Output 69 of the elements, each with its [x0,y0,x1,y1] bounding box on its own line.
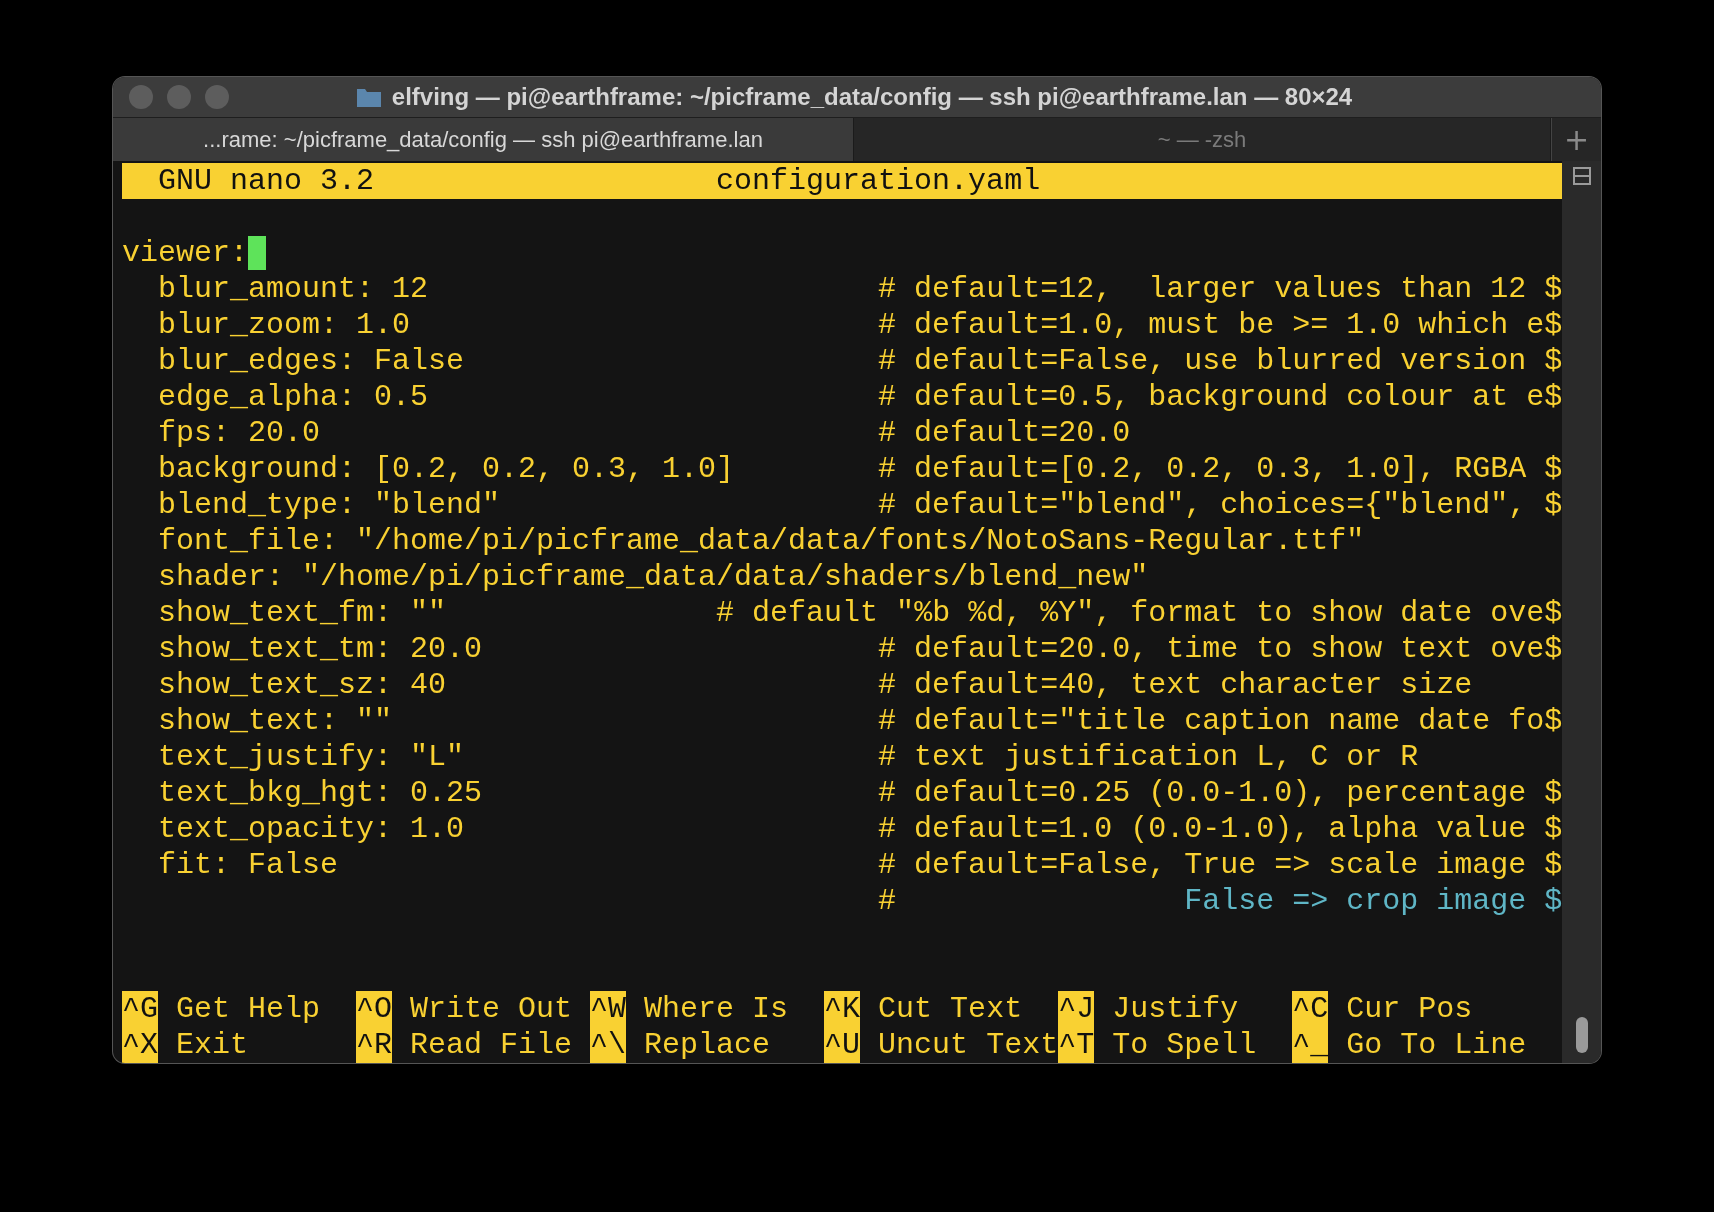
code-line: blend_type: "blend" [157,488,501,522]
shortcut-key: ^R [356,1027,393,1063]
code-line: show_text_sz: 40 [157,668,447,702]
code-line: shader: "/home/pi/picframe_data/data/shaders/blend_new" [157,559,1149,595]
code-line: text_bkg_hgt: 0.25 [157,776,483,810]
code-comment: # [878,884,897,918]
code-line: blur_edges: False [157,344,465,378]
shortcut-label: Read File [410,1027,573,1063]
shortcut-key: ^O [356,991,393,1027]
code-comment: # default=20.0 [878,415,1131,451]
code-comment: # default=1.0, must be >= 1.0 which e$ [878,307,1563,343]
code-line: fps: 20.0 [157,416,321,450]
folder-icon [355,86,382,108]
code-comment: # default="title caption name date fo$ [878,703,1563,739]
close-button[interactable] [129,85,153,109]
code-comment: # default=20.0, time to show text ove$ [878,631,1563,667]
code-comment: # text justification L, C or R [878,739,1419,775]
shortcut-label: To Spell [1112,1027,1257,1063]
code-line: show_text: "" [157,704,393,738]
code-comment: # default=False, use blurred version $ [878,343,1563,379]
code-line: show_text_tm: 20.0 [157,632,483,666]
code-comment: # default=1.0 (0.0-1.0), alpha value $ [878,811,1563,847]
code-comment: # default=False, True => scale image $ [878,847,1563,883]
shortcut-label: Go To Line [1346,1027,1527,1063]
code-comment: # default=[0.2, 0.2, 0.3, 1.0], RGBA $ [878,451,1563,487]
shortcut-label: Justify [1112,991,1239,1027]
zoom-button[interactable] [205,85,229,109]
code-comment: # default=0.25 (0.0-1.0), percentage $ [878,775,1563,811]
shortcut-key: ^U [824,1027,861,1063]
shortcut-key: ^\ [590,1027,627,1063]
code-line: viewer: [122,235,249,271]
code-line: text_justify: "L" [157,740,465,774]
split-pane-icon[interactable] [1572,167,1591,185]
shortcut-label: Cut Text [878,991,1023,1027]
minimize-button[interactable] [167,85,191,109]
code-comment: # default=12, larger values than 12 $ [878,271,1563,307]
scrollbar-thumb[interactable] [1575,1017,1588,1053]
shortcut-label: Get Help [176,991,321,1027]
window-title: elfving — pi@earthframe: ~/picframe_data/config — ssh pi@earthframe.lan — 80×24 [391,83,1353,111]
shortcut-label: Replace [644,1027,771,1063]
code-comment: # default=40, text character size [878,667,1473,703]
shortcut-label: Exit [176,1027,249,1063]
code-comment: False => crop image $ [1184,883,1563,919]
shortcut-key: ^T [1058,1027,1095,1063]
shortcut-label: Where Is [644,991,789,1027]
shortcut-label: Cur Pos [1346,991,1473,1027]
shortcut-label: Uncut Text [878,1027,1059,1063]
shortcut-key: ^K [824,991,861,1027]
shortcut-key: ^W [590,991,627,1027]
shortcut-key: ^C [1292,991,1329,1027]
shortcut-label: Write Out [410,991,573,1027]
code-line: background: [0.2, 0.2, 0.3, 1.0] [157,452,735,486]
shortcut-key: ^J [1058,991,1095,1027]
code-line: fit: False [157,848,339,882]
code-line: blur_amount: 12 [157,272,429,306]
code-line: show_text_fm: "" [157,596,447,630]
code-comment: # default=0.5, background colour at e$ [878,379,1563,415]
code-line: font_file: "/home/pi/picframe_data/data/fonts/NotoSans-Regular.ttf" [157,523,1365,559]
app-version: GNU nano 3.2 [158,164,375,198]
shortcut-key: ^_ [1292,1027,1329,1063]
code-comment: # default="blend", choices={"blend", $ [878,487,1563,523]
terminal-tab[interactable]: ...rame: ~/picframe_data/config — ssh pi@earthframe.lan [113,118,854,161]
code-line: text_opacity: 1.0 [157,812,465,846]
shortcut-key: ^G [122,991,158,1027]
code-line: blur_zoom: 1.0 [157,308,411,342]
code-comment: # default "%b %d, %Y", format to show date ove$ [716,595,1563,631]
file-name: configuration.yaml [716,163,1041,199]
code-line: edge_alpha: 0.5 [157,380,429,414]
shortcut-key: ^X [122,1027,158,1063]
